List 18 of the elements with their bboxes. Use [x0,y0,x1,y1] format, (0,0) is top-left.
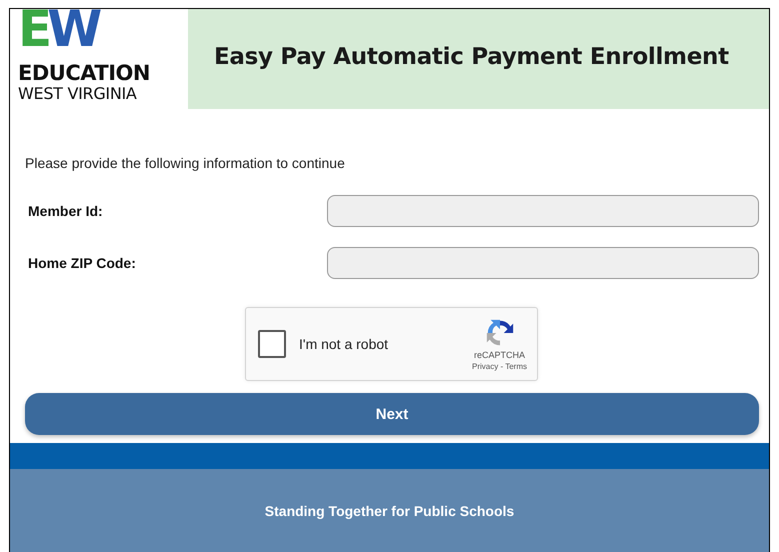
logo-subtext: WEST VIRGINIA [18,85,138,103]
captcha-label: I'm not a robot [299,336,390,352]
field-label: Home ZIP Code: [27,255,137,271]
recaptcha-icon [484,318,514,348]
page-title: Easy Pay Automatic Payment Enrollment [214,44,729,70]
link-separator: - [500,362,504,370]
privacy-link[interactable]: Privacy [472,362,498,370]
footer-text: Standing Together for Public Schools [264,502,514,518]
intro-text: Please provide the following information to continue [25,155,346,171]
input-field[interactable] [327,247,759,279]
field-label: Member Id: [27,203,104,219]
logo-mark: EW [18,9,102,53]
logo-text: EDUCATION [18,61,151,85]
next-button[interactable]: Next [25,393,759,435]
captcha-checkbox[interactable] [258,330,286,358]
terms-link[interactable]: Terms [505,362,527,370]
captcha-brand: reCAPTCHA [474,350,525,360]
input-field[interactable] [327,195,759,227]
